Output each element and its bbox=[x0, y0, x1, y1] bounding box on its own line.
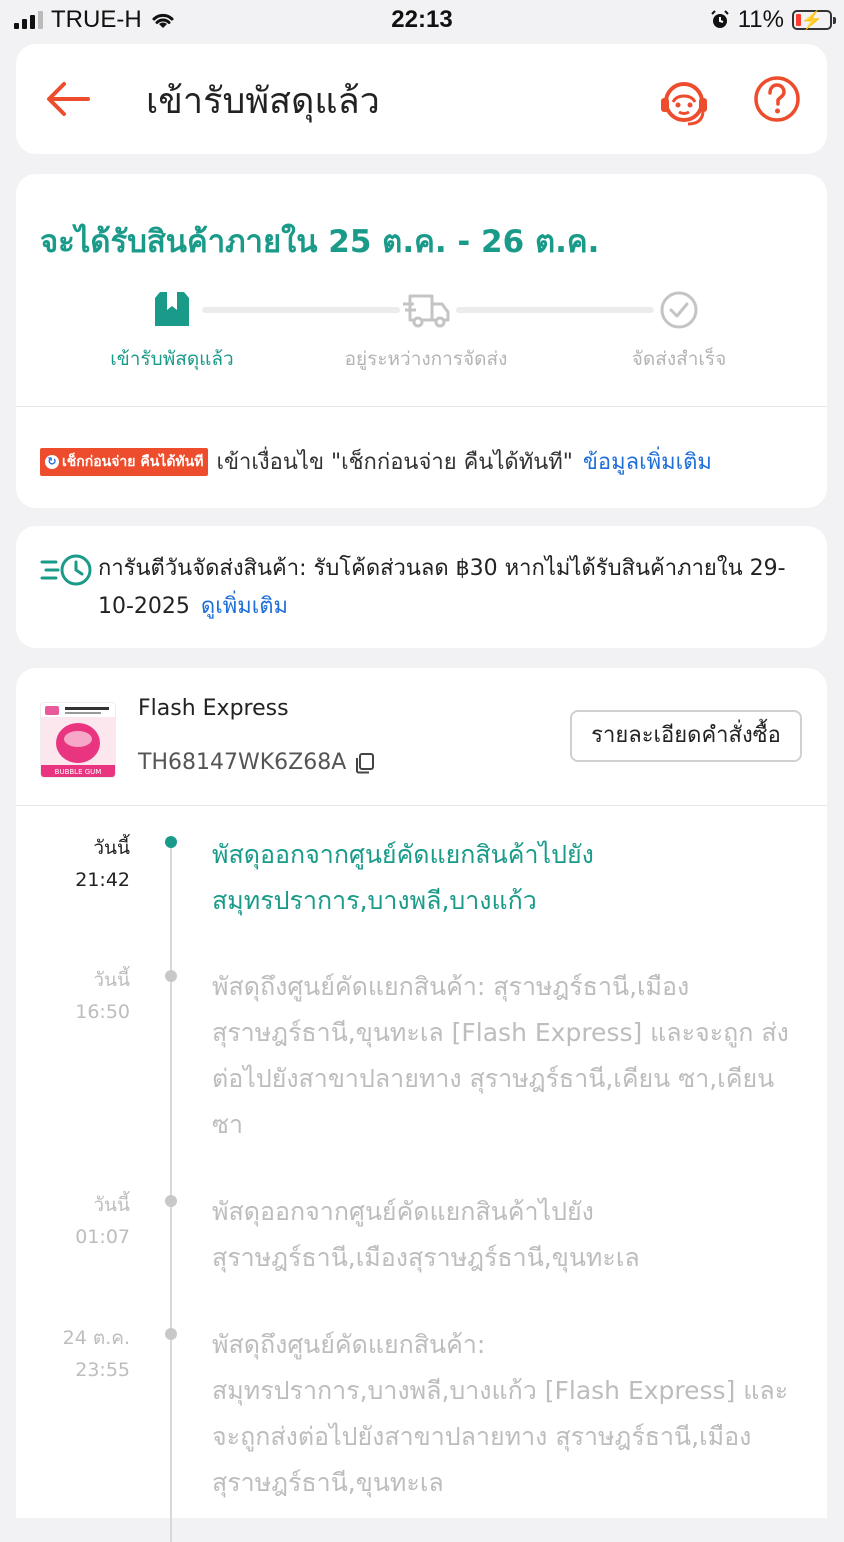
event-time: 23:55 bbox=[75, 1359, 130, 1381]
delivery-eta: จะได้รับสินค้าภายใน 25 ต.ค. - 26 ต.ค. bbox=[40, 224, 600, 260]
event-time: 01:07 bbox=[75, 1226, 130, 1248]
event-day: วันนี้ bbox=[93, 1194, 130, 1216]
progress-stepper: เข้ารับพัสดุแล้ว อยู่ระหว่างการจัดส่ง จั… bbox=[16, 290, 827, 370]
event-dot bbox=[165, 970, 177, 982]
back-arrow-icon[interactable] bbox=[42, 74, 92, 124]
event-text: พัสดุออกจากศูนย์คัดแยกสินค้าไปยัง สมุทรป… bbox=[212, 840, 594, 915]
event-dot bbox=[165, 836, 177, 848]
package-icon bbox=[155, 292, 189, 326]
progress-line-2 bbox=[456, 307, 654, 313]
step-label-picked-up: เข้ารับพัสดุแล้ว bbox=[110, 348, 234, 370]
guarantee-text-block: การันตีวันจัดส่งสินค้า: รับโค้ดส่วนลด ฿3… bbox=[98, 550, 798, 626]
event-text: พัสดุถึงศูนย์คัดแยกสินค้า: สุราษฎร์ธานี,… bbox=[212, 972, 789, 1139]
status-bar: TRUE-H 22:13 11% ⚡ bbox=[0, 0, 844, 42]
tracking-card: BUBBLE GUM Flash Express TH68147WK6Z68A … bbox=[16, 668, 827, 1542]
customer-service-icon[interactable] bbox=[656, 74, 712, 130]
cbr-text: เข้าเงื่อนไข "เช็กก่อนจ่าย คืนได้ทันที" bbox=[216, 450, 573, 475]
event-text: พัสดุถึงศูนย์คัดแยกสินค้า: สมุทรปราการ,บ… bbox=[212, 1330, 789, 1497]
cbr-badge-label: เช็กก่อนจ่าย คืนได้ทันที bbox=[62, 453, 204, 470]
check-circle-icon bbox=[660, 291, 698, 329]
event-day: วันนี้ bbox=[93, 969, 130, 991]
thumb-label: BUBBLE GUM bbox=[55, 768, 102, 776]
event-dot bbox=[165, 1195, 177, 1207]
divider bbox=[16, 805, 827, 806]
battery-icon: ⚡ bbox=[792, 10, 836, 30]
event-day: 24 ต.ค. bbox=[62, 1327, 130, 1349]
help-icon[interactable] bbox=[752, 74, 802, 124]
page-title: เข้ารับพัสดุแล้ว bbox=[146, 81, 380, 122]
check-before-pay-badge: ↻ เช็กก่อนจ่าย คืนได้ทันที bbox=[40, 447, 209, 476]
header-card: เข้ารับพัสดุแล้ว bbox=[16, 44, 827, 154]
step-label-in-transit: อยู่ระหว่างการจัดส่ง bbox=[344, 348, 508, 370]
cbr-more-info-link[interactable]: ข้อมูลเพิ่มเติม bbox=[583, 444, 712, 479]
event-dot bbox=[165, 1328, 177, 1340]
tracking-number: TH68147WK6Z68A bbox=[138, 750, 347, 775]
battery-percent: 11% bbox=[737, 6, 784, 33]
timeline-line bbox=[170, 842, 172, 1542]
guarantee-more-link[interactable]: ดูเพิ่มเติม bbox=[201, 594, 288, 619]
order-details-button[interactable]: รายละเอียดคำสั่งซื้อ bbox=[570, 710, 802, 762]
check-before-pay-row: ↻ เช็กก่อนจ่าย คืนได้ทันที เข้าเงื่อนไข … bbox=[40, 444, 712, 479]
tracking-number-row: TH68147WK6Z68A bbox=[138, 750, 376, 775]
courier-name: Flash Express bbox=[138, 696, 289, 721]
delivery-guarantee-card: การันตีวันจัดส่งสินค้า: รับโค้ดส่วนลด ฿3… bbox=[16, 526, 827, 648]
event-text: พัสดุออกจากศูนย์คัดแยกสินค้าไปยัง สุราษฎ… bbox=[212, 1197, 640, 1272]
product-thumbnail[interactable]: BUBBLE GUM bbox=[40, 702, 116, 778]
event-time: 16:50 bbox=[75, 1001, 130, 1023]
progress-line-1 bbox=[202, 307, 400, 313]
event-time: 21:42 bbox=[75, 869, 130, 891]
refresh-icon: ↻ bbox=[45, 454, 59, 469]
delivery-status-card: จะได้รับสินค้าภายใน 25 ต.ค. - 26 ต.ค. เข… bbox=[16, 174, 827, 508]
copy-icon[interactable] bbox=[354, 752, 376, 774]
divider bbox=[16, 406, 827, 407]
truck-icon bbox=[403, 294, 450, 328]
alarm-icon bbox=[711, 10, 729, 28]
clock-speed-icon bbox=[40, 554, 92, 586]
step-label-delivered: จัดส่งสำเร็จ bbox=[631, 348, 727, 370]
status-right: 11% ⚡ bbox=[710, 6, 836, 34]
event-day: วันนี้ bbox=[93, 837, 130, 859]
